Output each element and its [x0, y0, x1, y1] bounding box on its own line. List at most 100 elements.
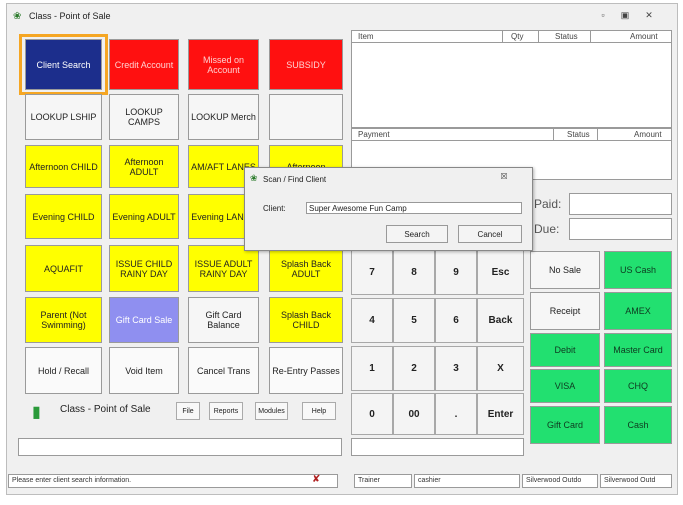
lookup-merch-button[interactable]: LOOKUP Merch	[188, 94, 259, 140]
re-entry-passes-button[interactable]: Re-Entry Passes	[269, 347, 343, 394]
close-icon[interactable]: ✕	[641, 9, 657, 21]
splash-back-adult-button[interactable]: Splash Back ADULT	[269, 245, 343, 292]
logo-text: Class - Point of Sale	[60, 404, 151, 415]
divider	[502, 31, 503, 42]
aquafit-button[interactable]: AQUAFIT	[25, 245, 102, 292]
leaf-icon: ❀	[250, 173, 258, 183]
status-message-panel: Please enter client search information.	[8, 474, 338, 488]
menu-file[interactable]: File	[176, 402, 200, 420]
parent-not-swimming-button[interactable]: Parent (Not Swimming)	[25, 297, 102, 343]
paid-label: Paid:	[534, 197, 562, 211]
due-label: Due:	[534, 222, 560, 236]
void-item-button[interactable]: Void Item	[109, 347, 179, 394]
status-message: Please enter client search information.	[12, 477, 132, 484]
maximize-icon[interactable]: ▣	[617, 9, 633, 21]
key-esc[interactable]: Esc	[477, 249, 524, 295]
status-trainer: Trainer	[358, 477, 380, 484]
cancel-button[interactable]: Cancel	[458, 225, 522, 243]
divider	[553, 129, 554, 140]
gift-card-button[interactable]: Gift Card	[530, 406, 600, 444]
status-site2-panel: Silverwood Outd	[600, 474, 672, 488]
evening-child-button[interactable]: Evening CHILD	[25, 194, 102, 239]
client-label: Client:	[263, 204, 286, 213]
master-card-button[interactable]: Master Card	[604, 333, 672, 367]
info-box	[18, 438, 342, 456]
amex-button[interactable]: AMEX	[604, 292, 672, 330]
cancel-trans-button[interactable]: Cancel Trans	[188, 347, 259, 394]
key-9[interactable]: 9	[435, 249, 477, 295]
credit-account-button[interactable]: Credit Account	[109, 39, 179, 90]
key-5[interactable]: 5	[393, 298, 435, 343]
menu-help[interactable]: Help	[302, 402, 336, 420]
cash-button[interactable]: Cash	[604, 406, 672, 444]
status-site2: Silverwood Outd	[604, 477, 656, 484]
key-3[interactable]: 3	[435, 346, 477, 391]
lookup-lship-button[interactable]: LOOKUP LSHIP	[25, 94, 102, 140]
close-icon[interactable]: ☒	[492, 172, 516, 181]
afternoon-adult-button[interactable]: Afternoon ADULT	[109, 145, 179, 188]
gift-card-sale-button[interactable]: Gift Card Sale	[109, 297, 179, 343]
menu-modules[interactable]: Modules	[255, 402, 288, 420]
menu-reports[interactable]: Reports	[209, 402, 243, 420]
key-8[interactable]: 8	[393, 249, 435, 295]
leaf-icon: ❀	[13, 11, 22, 22]
key-2[interactable]: 2	[393, 346, 435, 391]
key-7[interactable]: 7	[351, 249, 393, 295]
chq-button[interactable]: CHQ	[604, 369, 672, 403]
lookup-camps-button[interactable]: LOOKUP CAMPS	[109, 94, 179, 140]
payment-header-amount: Amount	[634, 130, 662, 139]
visa-button[interactable]: VISA	[530, 369, 600, 403]
us-cash-button[interactable]: US Cash	[604, 251, 672, 289]
no-sale-button[interactable]: No Sale	[530, 251, 600, 289]
key-4[interactable]: 4	[351, 298, 393, 343]
divider	[352, 140, 671, 141]
gift-card-balance-button[interactable]: Gift Card Balance	[188, 297, 259, 343]
card-icon: ▮	[32, 404, 41, 421]
selection-highlight	[19, 34, 108, 95]
client-search-input[interactable]: Super Awesome Fun Camp	[306, 202, 522, 214]
issue-child-rainy-day-button[interactable]: ISSUE CHILD RAINY DAY	[109, 245, 179, 292]
divider	[597, 129, 598, 140]
status-user-panel: cashier	[414, 474, 520, 488]
title-bar: ❀ Class - Point of Sale ▫ ▣ ✕	[7, 4, 677, 26]
minimize-icon[interactable]: ▫	[595, 9, 611, 21]
divider	[590, 31, 591, 42]
key-x[interactable]: X	[477, 346, 524, 391]
items-table: Item Qty Status Amount	[351, 30, 672, 128]
evening-adult-button[interactable]: Evening ADULT	[109, 194, 179, 239]
key-00[interactable]: 00	[393, 393, 435, 435]
divider	[538, 31, 539, 42]
key-0[interactable]: 0	[351, 393, 393, 435]
items-header-item: Item	[358, 32, 374, 41]
key-dot[interactable]: .	[435, 393, 477, 435]
missed-on-account-button[interactable]: Missed on Account	[188, 39, 259, 90]
paid-field	[569, 193, 672, 215]
key-6[interactable]: 6	[435, 298, 477, 343]
empty-button[interactable]	[269, 94, 343, 140]
status-site1: Silverwood Outdo	[526, 477, 582, 484]
receipt-button[interactable]: Receipt	[530, 292, 600, 330]
hold-recall-button[interactable]: Hold / Recall	[25, 347, 102, 394]
status-user: cashier	[418, 477, 441, 484]
debit-button[interactable]: Debit	[530, 333, 600, 367]
splash-back-child-button[interactable]: Splash Back CHILD	[269, 297, 343, 343]
afternoon-child-button[interactable]: Afternoon CHILD	[25, 145, 102, 188]
key-1[interactable]: 1	[351, 346, 393, 391]
key-enter[interactable]: Enter	[477, 393, 524, 435]
due-field	[569, 218, 672, 240]
status-site1-panel: Silverwood Outdo	[522, 474, 598, 488]
key-back[interactable]: Back	[477, 298, 524, 343]
subsidy-button[interactable]: SUBSIDY	[269, 39, 343, 90]
dialog-title: Scan / Find Client	[263, 175, 327, 184]
window-title: Class - Point of Sale	[29, 11, 111, 21]
items-header-amount: Amount	[630, 32, 658, 41]
payment-header-payment: Payment	[358, 130, 390, 139]
issue-adult-rainy-day-button[interactable]: ISSUE ADULT RAINY DAY	[188, 245, 259, 292]
payment-header-status: Status	[567, 130, 590, 139]
items-header-qty: Qty	[511, 32, 524, 41]
entry-field[interactable]	[351, 438, 524, 456]
status-trainer-panel: Trainer	[354, 474, 412, 488]
scan-find-client-dialog: ❀ Scan / Find Client ☒ Client: Super Awe…	[244, 167, 533, 251]
items-header-status: Status	[555, 32, 578, 41]
search-button[interactable]: Search	[386, 225, 448, 243]
